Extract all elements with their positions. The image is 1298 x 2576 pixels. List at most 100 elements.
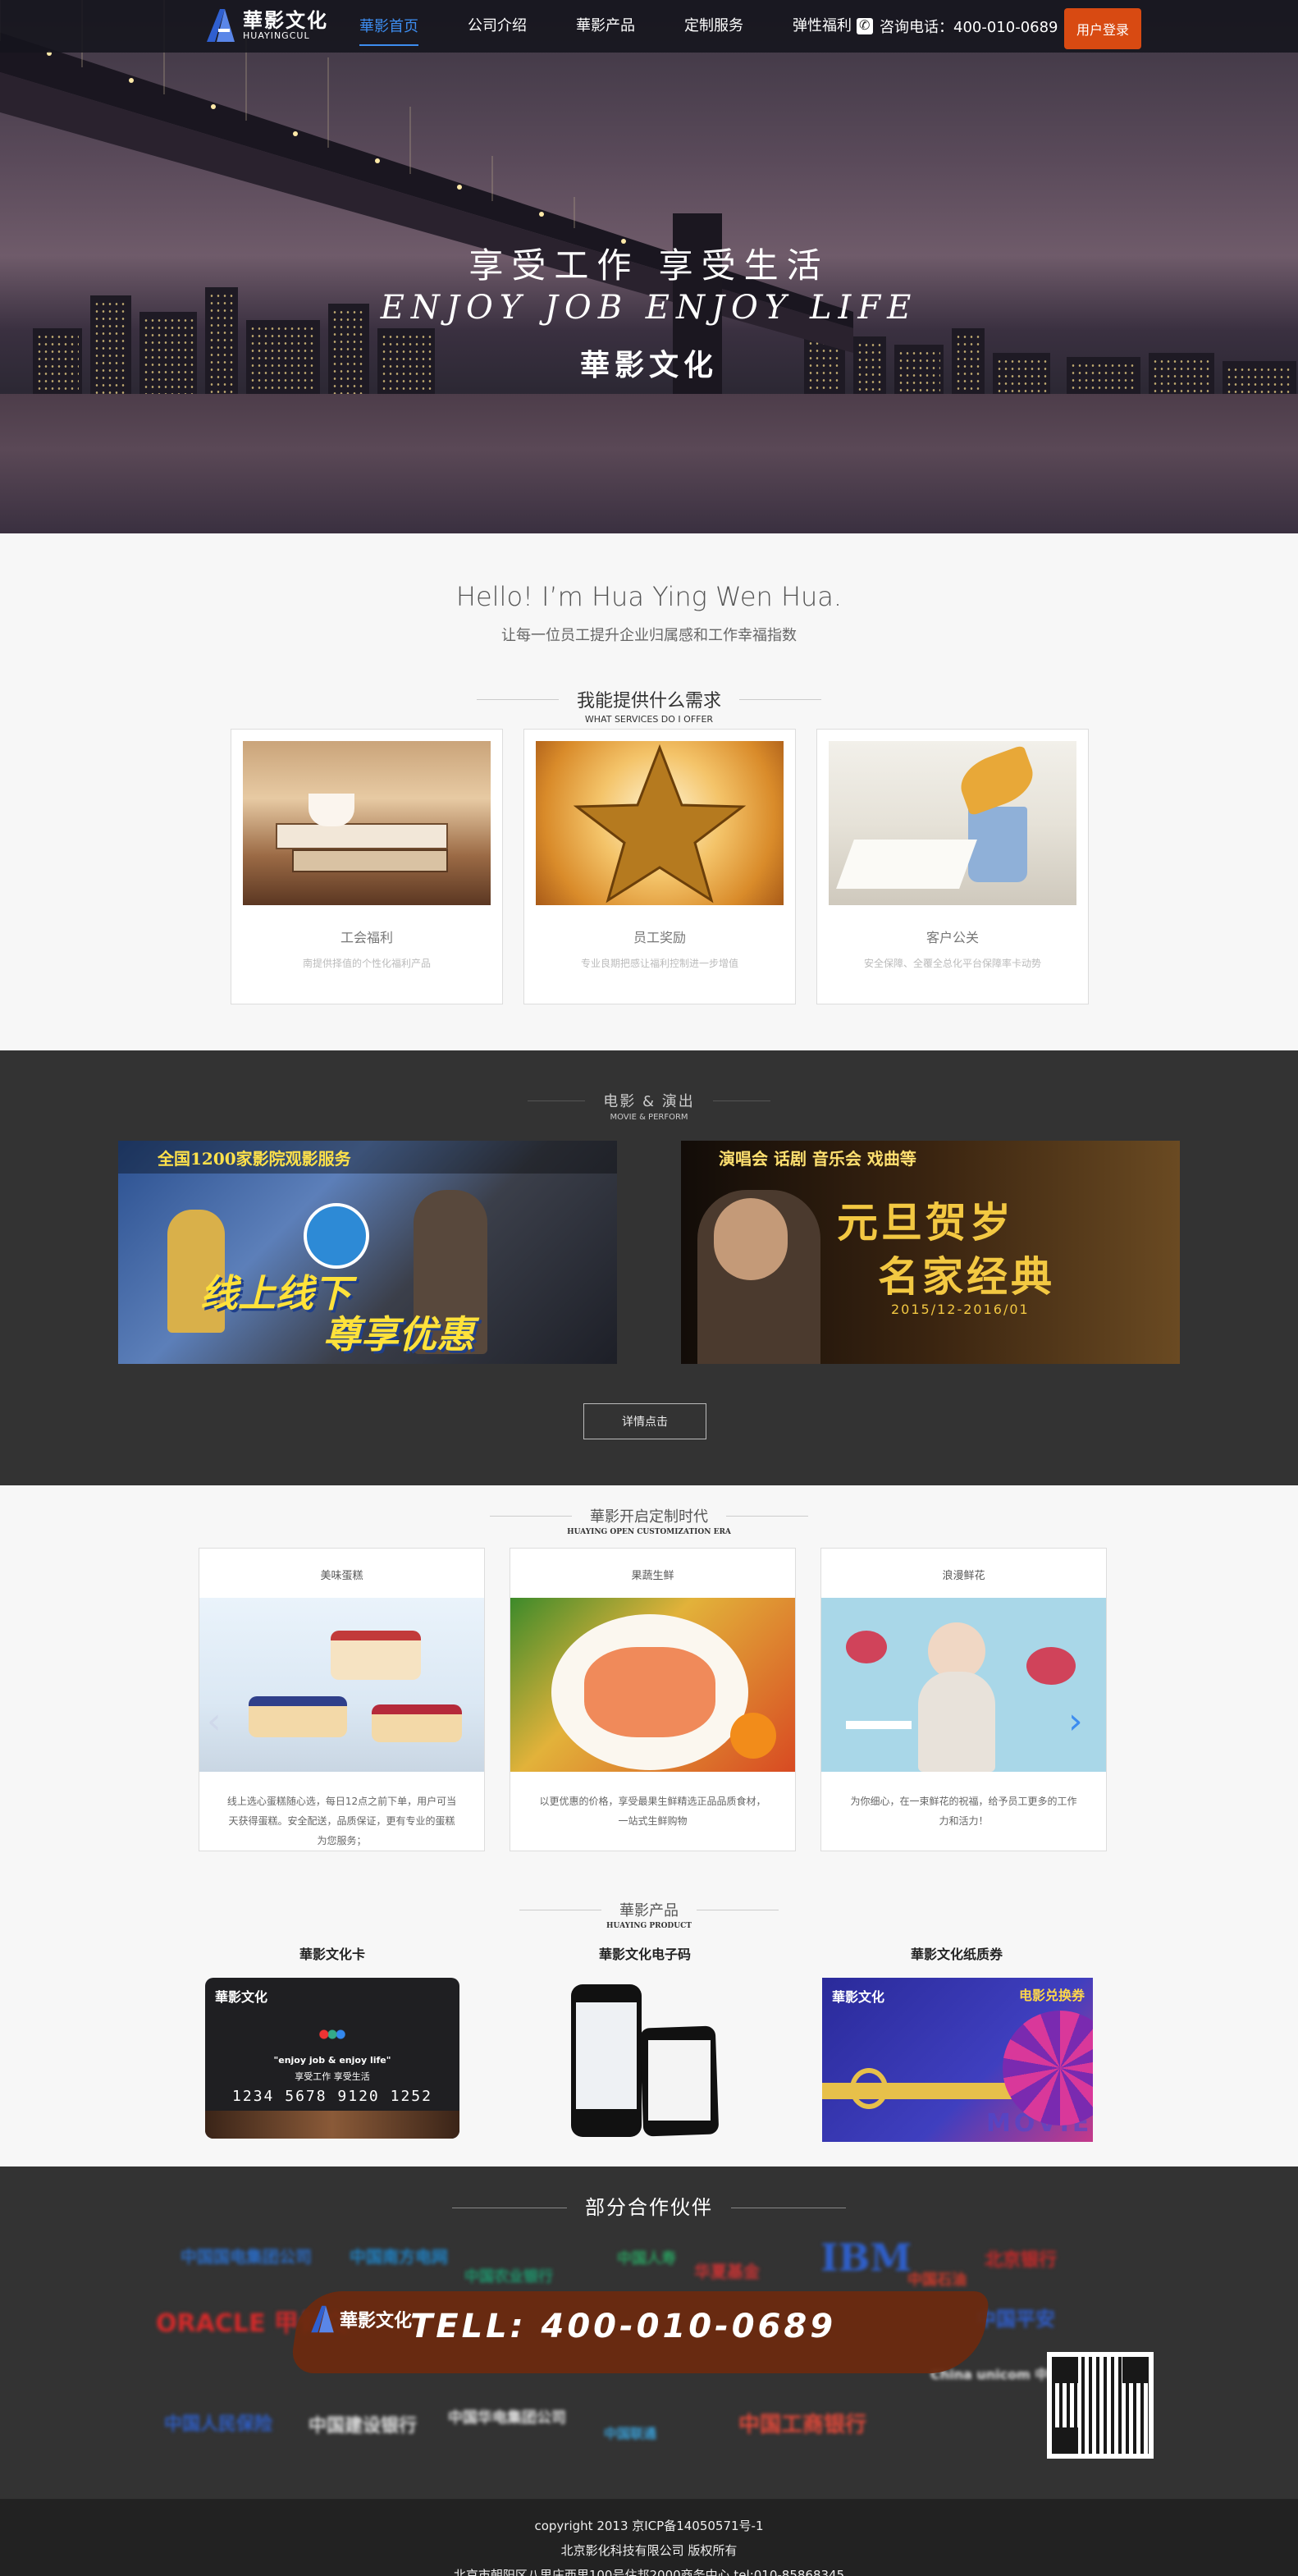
partners-section: 部分合作伙伴 中国国电集团公司 中国南方电网 中国农业银行 中国人寿 华夏基金 … [0,2166,1298,2499]
partner-logo: 中国平安 [976,2308,1055,2331]
partner-logo: 华夏基金 [694,2262,760,2281]
product-name: 華影文化卡 [299,1947,365,1962]
salmon-image [510,1598,795,1772]
logo-mark-icon [311,2305,334,2333]
service-card-reward[interactable]: 员工奖励 专业良期把感让福利控制进一步增值 [523,729,796,1004]
voucher-label: 电影兑换券 [1018,1988,1085,2003]
product-card[interactable]: 華影文化卡 [205,1943,459,1963]
service-image-star [536,741,784,905]
nav-item-benefits[interactable]: 弹性福利 [793,0,852,53]
service-card-union[interactable]: 工会福利 南提供择值的个性化福利产品 [231,729,503,1004]
partner-logo: 中国人寿 [617,2250,676,2267]
phone-text: 咨询电话：400-010-0689 [880,19,1058,36]
partner-logo: 中国华电集团公司 [448,2409,566,2427]
partners-logo: 華影文化 [309,2303,412,2336]
products-title-en: HUAYING PRODUCT [606,1922,692,1930]
bow-icon [850,2068,888,2109]
card-slogan-cn: 享受工作 享受生活 [295,2071,370,2082]
intro-heading: Hello! I’m Hua Ying Wen Hua. [455,581,843,612]
custom-card-name: 果蔬生鲜 [631,1570,674,1582]
movie-section: 电影 & 演出 MOVIE & PERFORM 全国1200家影院观影服务 线上… [0,1050,1298,1485]
movie-title: 电影 & 演出 MOVIE & PERFORM [0,1090,1298,1122]
movie-banner-line2: 尊享优惠 [323,1312,474,1357]
partner-logo: 中国建设银行 [309,2416,418,2436]
intro-subheading: 让每一位员工提升企业归属感和工作幸福指数 [501,627,797,644]
partner-logo: 北京银行 [985,2250,1058,2271]
nav-phone: 咨询电话：400-010-0689 [857,0,1058,53]
custom-title: 華影开启定制时代 HUAYING OPEN CUSTOMIZATION ERA [0,1505,1298,1536]
product-voucher[interactable]: 華影文化纸质券 [820,1943,1093,1963]
custom-card-desc: 为你细心，在一束鲜花的祝福，给予员工更多的工作力和活力！ [850,1796,1077,1827]
partner-logo: 中国国电集团公司 [181,2247,312,2267]
service-image-mug-leaf [829,741,1076,905]
culture-card-image: 華影文化 "enjoy job & enjoy life" 享受工作 享受生活 … [205,1978,459,2139]
services-list: 工会福利 南提供择值的个性化福利产品 员工奖励 专业良期把感让福利控制进一步增值… [231,729,1089,1004]
custom-card-desc: 线上选心蛋糕随心选，每日12点之前下单，用户可当天获得蛋糕。安全配送，品质保证，… [226,1796,457,1846]
star-icon [573,744,747,904]
hero-banner: 享受工作 享受生活 ENJOY JOB ENJOY LIFE 華影文化 [0,0,1298,533]
partners-logo-text: 華影文化 [340,2311,413,2331]
phone-icon [857,17,873,34]
perform-banner-line1: 元旦贺岁 [837,1199,1014,1247]
partner-logo: 中国农业银行 [464,2268,553,2285]
river [0,394,1298,533]
services-title: 我能提供什么需求 WHAT SERVICES DO I OFFER [0,686,1298,725]
movie-title-en: MOVIE & PERFORM [610,1113,688,1122]
nav-menu: 華影首页 公司介绍 華影产品 定制服务 弹性福利 [359,0,901,53]
qr-code [1047,2352,1154,2459]
perform-banner-date: 2015/12-2016/01 [891,1302,1030,1317]
service-card-pr[interactable]: 客户公关 安全保障、全覆全总化平台保障率卡动势 [816,729,1089,1004]
perform-banner[interactable]: 演唱会 话剧 音乐会 戏曲等 元旦贺岁 名家经典 2015/12-2016/01 [681,1141,1180,1364]
service-name: 员工奖励 [633,930,686,945]
partner-logo: 中国南方电网 [350,2247,448,2267]
partner-logo: 中国联通 [604,2426,657,2441]
services-title-en: WHAT SERVICES DO I OFFER [584,714,714,725]
nav-item-products[interactable]: 華影产品 [576,0,635,53]
footer-address: 北京市朝阳区八里庄西里100号住邦2000商务中心 tel:010-858683… [453,2568,845,2576]
top-navigation: 華影文化 HUAYINGCUL 華影首页 公司介绍 華影产品 定制服务 弹性福利… [0,0,1298,53]
footer-copyright: copyright 2013 京ICP备14050571号-1 [534,2519,764,2533]
product-name: 華影文化纸质券 [910,1947,1003,1962]
service-desc: 专业良期把感让福利控制进一步增值 [580,958,738,969]
nav-item-about[interactable]: 公司介绍 [468,0,527,53]
site-logo[interactable]: 華影文化 HUAYINGCUL [203,7,343,44]
hero-brand: 華影文化 [579,349,718,382]
service-desc: 安全保障、全覆全总化平台保障率卡动势 [863,958,1041,969]
product-name: 華影文化电子码 [598,1947,691,1962]
service-desc: 南提供择值的个性化福利产品 [302,958,431,969]
partner-logo: 中国人民保险 [164,2414,273,2435]
partners-title: 部分合作伙伴 [0,2191,1298,2220]
products-title: 華影产品 HUAYING PRODUCT [0,1899,1298,1930]
products-title-cn: 華影产品 [519,1899,779,1920]
carousel-next-icon[interactable]: › [1068,1700,1083,1742]
carousel-prev-icon[interactable]: ‹ [207,1700,222,1742]
movie-banner[interactable]: 全国1200家影院观影服务 线上线下 尊享优惠 [118,1141,617,1364]
services-title-cn: 我能提供什么需求 [476,686,822,712]
card-slogan: "enjoy job & enjoy life" [273,2055,391,2066]
logo-text: 華影文化 HUAYINGCUL [243,10,328,41]
card-number: 1234 5678 9120 1252 [232,2088,432,2105]
partner-logo: IBM [820,2235,912,2280]
flower-image [821,1598,1106,1772]
custom-title-cn: 華影开启定制时代 [490,1505,808,1526]
product-ecode[interactable]: 華影文化电子码 [522,1943,768,1963]
custom-carousel: 美味蛋糕 线上选心蛋糕随心选，每日12点之前下单，用户可当天获得蛋糕。安全配送，… [199,1548,1107,1851]
custom-card-fresh[interactable]: 果蔬生鲜 以更优惠的价格，享受最果生鲜精选正品品质食材，一站式生鲜购物 [510,1548,796,1851]
details-button[interactable]: 详情点击 [583,1403,706,1439]
voucher-logo-text: 華影文化 [832,1989,885,2005]
login-button[interactable]: 用户登录 [1064,8,1141,49]
logo-mark-icon [207,9,235,42]
perform-banner-top: 演唱会 话剧 音乐会 戏曲等 [719,1149,916,1169]
logo-text-cn: 華影文化 [243,9,328,32]
nav-item-home[interactable]: 華影首页 [359,11,418,46]
partner-logo: 中国石油 [907,2272,967,2289]
perform-banner-line2: 名家经典 [878,1253,1055,1301]
intro-section: Hello! I’m Hua Ying Wen Hua. 让每一位员工提升企业归… [0,533,1298,1050]
nav-item-custom[interactable]: 定制服务 [684,0,743,53]
custom-card-flower[interactable]: 浪漫鲜花 为你细心，在一束鲜花的祝福，给予员工更多的工作力和活力！ [820,1548,1107,1851]
logo-text-en: HUAYINGCUL [243,30,310,41]
hero-title-en: ENJOY JOB ENJOY LIFE [380,289,918,327]
geodesic-sphere-icon [1003,2011,1093,2125]
custom-card-cake[interactable]: 美味蛋糕 线上选心蛋糕随心选，每日12点之前下单，用户可当天获得蛋糕。安全配送，… [199,1548,485,1851]
bridge-illustration [0,0,853,394]
